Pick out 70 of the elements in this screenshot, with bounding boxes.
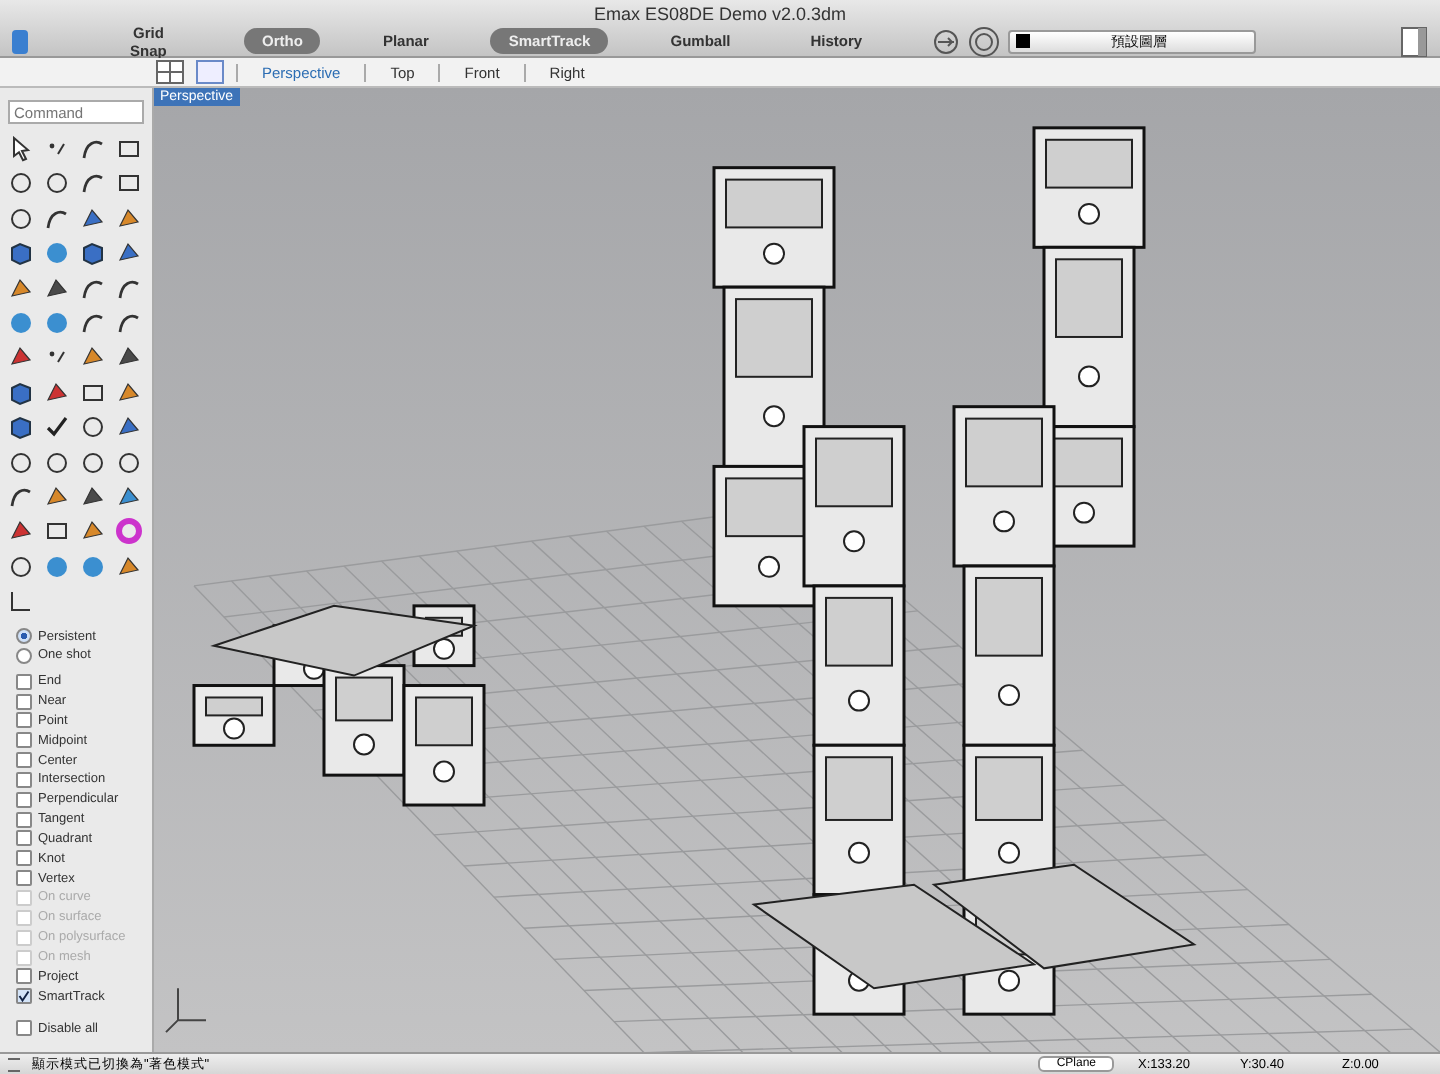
tool-icon[interactable]: [116, 240, 142, 267]
tool-icon[interactable]: [116, 553, 142, 580]
target-icon[interactable]: [968, 25, 1001, 57]
sidebar-toggle-icon[interactable]: [1400, 25, 1428, 57]
single-viewport-icon[interactable]: [196, 60, 224, 84]
tool-icon[interactable]: [8, 275, 34, 302]
checkbox[interactable]: [16, 830, 32, 847]
tool-icon[interactable]: [80, 136, 106, 162]
checkbox[interactable]: [16, 732, 32, 749]
tool-icon[interactable]: [116, 449, 142, 476]
tool-icon[interactable]: [44, 275, 70, 302]
axis-icon: [165, 987, 207, 1034]
tool-icon[interactable]: [80, 483, 106, 510]
list-icon[interactable]: [8, 1057, 20, 1071]
tool-icon[interactable]: [8, 379, 34, 406]
checkbox[interactable]: [16, 752, 32, 769]
tool-icon[interactable]: [8, 588, 34, 615]
tool-icon[interactable]: [8, 518, 34, 545]
layer-color-swatch: [1016, 34, 1031, 48]
checkmark-icon[interactable]: [44, 414, 70, 441]
checkbox[interactable]: [16, 791, 32, 808]
tool-icon[interactable]: [116, 205, 142, 232]
four-viewports-icon[interactable]: [156, 60, 184, 84]
checkbox[interactable]: [16, 1020, 32, 1037]
window-title: Emax ES08DE Demo v2.0.3dm: [591, 2, 849, 26]
radio-button[interactable]: [16, 647, 32, 664]
checkbox[interactable]: [16, 712, 32, 729]
tool-icon[interactable]: [8, 205, 34, 232]
cursor-icon[interactable]: [8, 136, 34, 162]
tool-icon[interactable]: [80, 240, 106, 267]
checkbox[interactable]: [16, 811, 32, 828]
tool-icon[interactable]: [116, 309, 142, 336]
checkbox[interactable]: [16, 771, 32, 788]
tool-icon[interactable]: [8, 414, 34, 441]
checkbox[interactable]: [16, 673, 32, 690]
tool-icon[interactable]: [44, 205, 70, 232]
tool-icon[interactable]: [116, 379, 142, 406]
tool-icon[interactable]: [8, 449, 34, 476]
tool-icon[interactable]: [116, 275, 142, 302]
tool-icon[interactable]: [80, 170, 106, 197]
tool-icon[interactable]: [116, 344, 142, 371]
tool-icon[interactable]: [44, 379, 70, 406]
tool-icon[interactable]: [80, 414, 106, 441]
checkbox[interactable]: [16, 693, 32, 710]
tool-icon[interactable]: [116, 483, 142, 510]
tool-icon[interactable]: [44, 518, 70, 545]
tool-icon[interactable]: [8, 170, 34, 197]
tool-icon[interactable]: [116, 136, 142, 162]
tool-icon[interactable]: [8, 553, 34, 580]
tool-icon[interactable]: [44, 483, 70, 510]
radio-button[interactable]: [16, 628, 32, 644]
tool-icon[interactable]: [80, 379, 106, 406]
tool-icon[interactable]: [44, 170, 70, 197]
tool-icon[interactable]: [80, 275, 106, 302]
tool-icon[interactable]: [116, 414, 142, 441]
tool-icon[interactable]: [8, 344, 34, 371]
checkbox[interactable]: [16, 850, 32, 867]
tool-icon[interactable]: [80, 344, 106, 371]
tool-icon[interactable]: [80, 309, 106, 336]
tool-icon[interactable]: [44, 449, 70, 476]
checkbox[interactable]: [16, 988, 32, 1005]
checkbox[interactable]: [16, 968, 32, 985]
panel-icon[interactable]: [12, 29, 29, 53]
checkbox[interactable]: [16, 870, 32, 887]
tool-icon[interactable]: [8, 240, 34, 267]
tool-icon[interactable]: [80, 518, 106, 545]
tool-icon[interactable]: [116, 170, 142, 197]
tool-icon[interactable]: [80, 449, 106, 476]
tool-icon[interactable]: [8, 483, 34, 510]
tool-icon[interactable]: [80, 205, 106, 232]
